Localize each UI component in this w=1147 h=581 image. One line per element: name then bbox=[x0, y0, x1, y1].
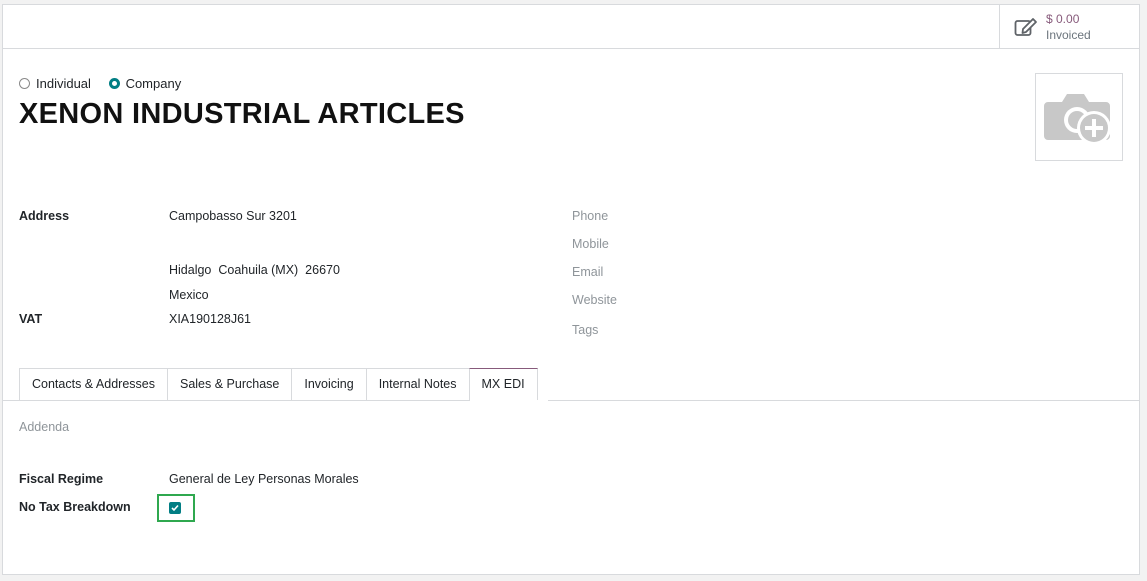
vat-label: VAT bbox=[19, 312, 43, 326]
invoiced-amount: $ 0.00 bbox=[1046, 12, 1080, 26]
button-box: $ 0.00 Invoiced bbox=[3, 5, 1139, 49]
phone-label: Phone bbox=[572, 209, 609, 223]
mobile-label: Mobile bbox=[572, 237, 609, 251]
invoiced-label: Invoiced bbox=[1046, 28, 1091, 42]
company-type-radio-group: Individual Company bbox=[19, 76, 195, 92]
checkmark-icon bbox=[171, 504, 179, 512]
avatar-upload[interactable] bbox=[1035, 73, 1123, 161]
radio-individual-label: Individual bbox=[36, 76, 91, 91]
radio-company-label: Company bbox=[125, 76, 182, 91]
tab-mx-edi[interactable]: MX EDI bbox=[468, 368, 538, 401]
no-tax-breakdown-label: No Tax Breakdown bbox=[19, 500, 131, 514]
address-label: Address bbox=[19, 209, 70, 223]
website-label: Website bbox=[572, 293, 617, 307]
tab-sales-purchase[interactable]: Sales & Purchase bbox=[166, 368, 292, 400]
form-sheet: $ 0.00 Invoiced Individual Company XENON… bbox=[2, 4, 1140, 575]
vat-value[interactable]: XIA190128J61 bbox=[169, 312, 251, 326]
radio-individual[interactable]: Individual bbox=[19, 76, 91, 91]
active-tab-gap bbox=[482, 400, 548, 401]
camera-plus-icon bbox=[1044, 94, 1111, 145]
email-label: Email bbox=[572, 265, 604, 279]
radio-company[interactable]: Company bbox=[108, 76, 182, 91]
fiscal-regime-value[interactable]: General de Ley Personas Morales bbox=[169, 472, 359, 486]
tags-label: Tags bbox=[572, 323, 599, 337]
address-city-line[interactable]: Hidalgo Coahuila (MX) 26670 bbox=[169, 263, 340, 277]
no-tax-breakdown-checkbox[interactable] bbox=[169, 502, 181, 514]
radio-checked-icon bbox=[108, 78, 120, 89]
addenda-label: Addenda bbox=[19, 420, 70, 434]
tab-internal-notes[interactable]: Internal Notes bbox=[365, 368, 469, 400]
address-street[interactable]: Campobasso Sur 3201 bbox=[169, 209, 297, 223]
address-country[interactable]: Mexico bbox=[169, 288, 209, 302]
tab-contacts-addresses[interactable]: Contacts & Addresses bbox=[19, 368, 167, 400]
partner-name[interactable]: XENON INDUSTRIAL ARTICLES bbox=[19, 98, 465, 131]
radio-circle-icon bbox=[19, 78, 30, 89]
pencil-square-icon bbox=[1014, 18, 1037, 36]
notebook-tabs: Contacts & Addresses Sales & Purchase In… bbox=[19, 368, 538, 401]
tab-invoicing[interactable]: Invoicing bbox=[291, 368, 366, 400]
fiscal-regime-label: Fiscal Regime bbox=[19, 472, 104, 486]
invoiced-stat-button[interactable]: $ 0.00 Invoiced bbox=[999, 5, 1139, 48]
